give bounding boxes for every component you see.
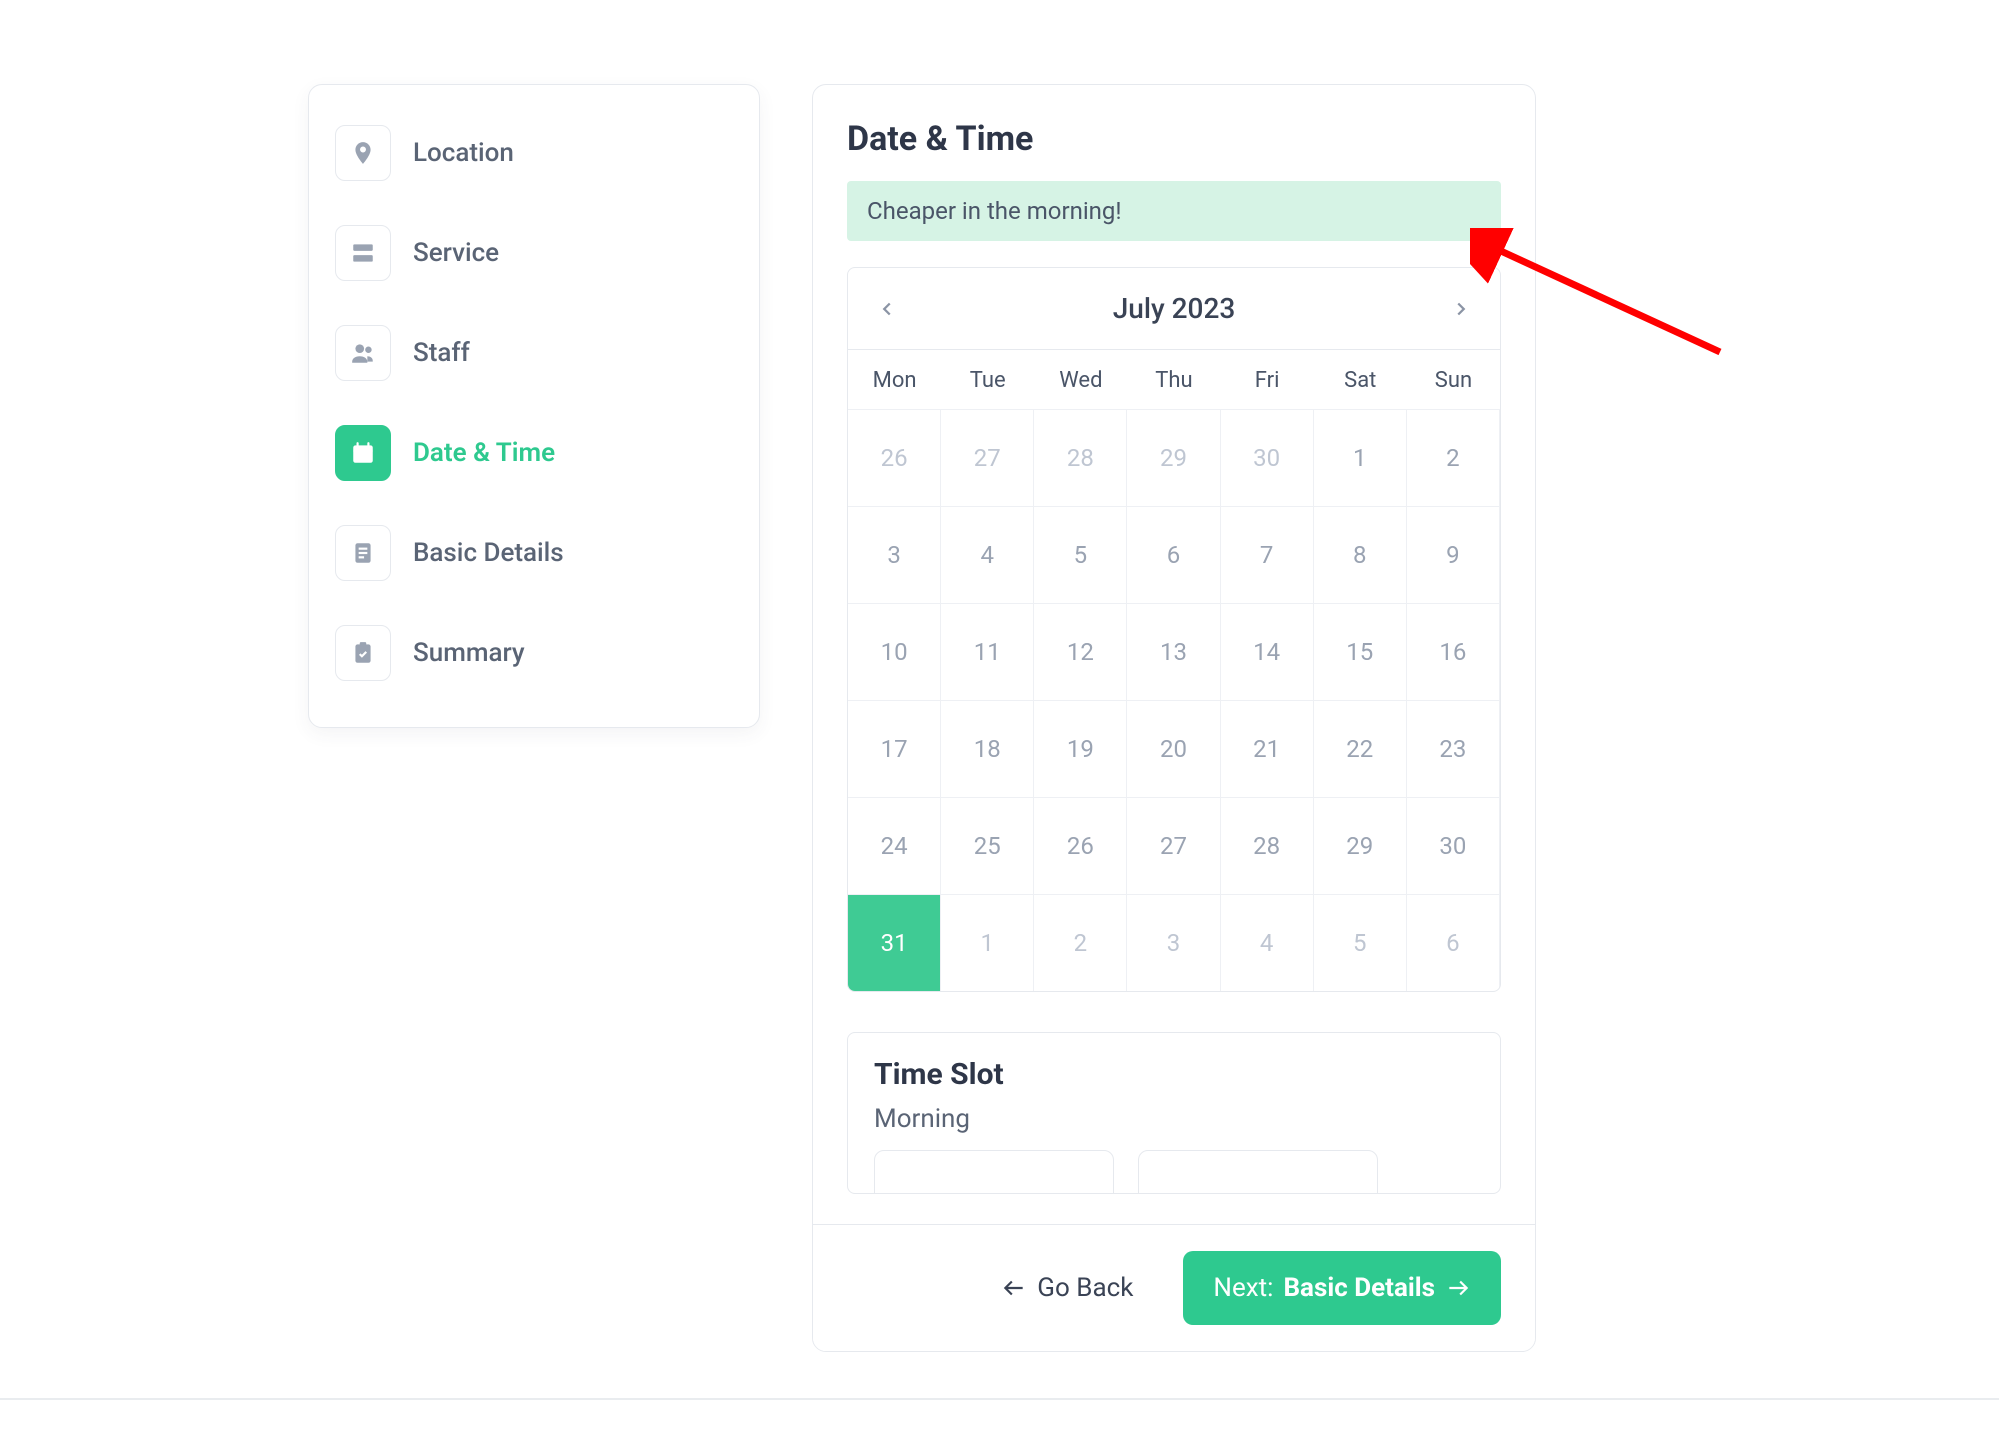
sidebar-item-label: Date & Time xyxy=(413,438,555,468)
service-blocks-icon xyxy=(335,225,391,281)
calendar-day[interactable]: 27 xyxy=(1127,797,1220,894)
calendar-day[interactable]: 3 xyxy=(848,506,941,603)
next-bold: Basic Details xyxy=(1283,1273,1435,1303)
calendar-day[interactable]: 24 xyxy=(848,797,941,894)
page-bottom-divider xyxy=(0,1398,1999,1400)
calendar: July 2023 MonTueWedThuFriSatSun 26272829… xyxy=(847,267,1501,992)
calendar-day[interactable]: 20 xyxy=(1127,700,1220,797)
page-title: Date & Time xyxy=(847,119,1501,159)
calendar-day[interactable]: 3 xyxy=(1127,894,1220,991)
calendar-day[interactable]: 6 xyxy=(1127,506,1220,603)
timeslot-title: Time Slot xyxy=(874,1057,1474,1092)
calendar-day[interactable]: 28 xyxy=(1034,409,1127,506)
sidebar-item-date-time[interactable]: Date & Time xyxy=(335,403,733,503)
sidebar-item-label: Location xyxy=(413,138,514,168)
calendar-weekday: Sat xyxy=(1314,349,1407,409)
calendar-day[interactable]: 2 xyxy=(1034,894,1127,991)
document-icon xyxy=(335,525,391,581)
main-scroll-area[interactable]: Date & Time Cheaper in the morning! July… xyxy=(813,85,1535,1224)
sidebar-item-location[interactable]: Location xyxy=(335,103,733,203)
location-pin-icon xyxy=(335,125,391,181)
calendar-day[interactable]: 15 xyxy=(1314,603,1407,700)
sidebar-item-summary[interactable]: Summary xyxy=(335,603,733,703)
calendar-icon xyxy=(335,425,391,481)
calendar-day[interactable]: 4 xyxy=(1221,894,1314,991)
calendar-day[interactable]: 9 xyxy=(1407,506,1500,603)
calendar-weekday: Thu xyxy=(1127,349,1220,409)
calendar-day[interactable]: 17 xyxy=(848,700,941,797)
arrow-right-icon xyxy=(1445,1275,1471,1301)
sidebar-item-label: Staff xyxy=(413,338,470,368)
timeslot-section-label: Morning xyxy=(874,1104,1474,1134)
calendar-day[interactable]: 8 xyxy=(1314,506,1407,603)
calendar-weekday: Mon xyxy=(848,349,941,409)
calendar-weekday: Fri xyxy=(1221,349,1314,409)
go-back-button[interactable]: Go Back xyxy=(991,1255,1143,1321)
calendar-day[interactable]: 5 xyxy=(1314,894,1407,991)
checklist-icon xyxy=(335,625,391,681)
calendar-weekday: Sun xyxy=(1407,349,1500,409)
calendar-day[interactable]: 30 xyxy=(1221,409,1314,506)
notice-banner: Cheaper in the morning! xyxy=(847,181,1501,241)
calendar-day[interactable]: 2 xyxy=(1407,409,1500,506)
calendar-day[interactable]: 7 xyxy=(1221,506,1314,603)
timeslot-option[interactable] xyxy=(1138,1150,1378,1193)
timeslot-option[interactable] xyxy=(874,1150,1114,1193)
calendar-day[interactable]: 30 xyxy=(1407,797,1500,894)
calendar-day[interactable]: 22 xyxy=(1314,700,1407,797)
next-prefix: Next: xyxy=(1213,1273,1273,1303)
timeslot-scroll[interactable]: Time Slot Morning xyxy=(848,1033,1500,1193)
sidebar-item-service[interactable]: Service xyxy=(335,203,733,303)
arrow-left-icon xyxy=(1001,1275,1027,1301)
calendar-day[interactable]: 27 xyxy=(941,409,1034,506)
wizard-footer: Go Back Next: Basic Details xyxy=(813,1224,1535,1351)
sidebar-item-label: Summary xyxy=(413,638,525,668)
calendar-weekday: Wed xyxy=(1034,349,1127,409)
calendar-day[interactable]: 23 xyxy=(1407,700,1500,797)
calendar-day[interactable]: 25 xyxy=(941,797,1034,894)
calendar-day[interactable]: 16 xyxy=(1407,603,1500,700)
calendar-day[interactable]: 13 xyxy=(1127,603,1220,700)
main-panel: Date & Time Cheaper in the morning! July… xyxy=(812,84,1536,1352)
calendar-day[interactable]: 18 xyxy=(941,700,1034,797)
calendar-day[interactable]: 26 xyxy=(1034,797,1127,894)
calendar-day[interactable]: 1 xyxy=(941,894,1034,991)
people-icon xyxy=(335,325,391,381)
next-button[interactable]: Next: Basic Details xyxy=(1183,1251,1501,1325)
calendar-day[interactable]: 10 xyxy=(848,603,941,700)
calendar-day[interactable]: 4 xyxy=(941,506,1034,603)
calendar-prev-button[interactable] xyxy=(876,298,898,320)
timeslot-panel: Time Slot Morning xyxy=(847,1032,1501,1194)
calendar-next-button[interactable] xyxy=(1450,298,1472,320)
calendar-day[interactable]: 21 xyxy=(1221,700,1314,797)
calendar-day[interactable]: 1 xyxy=(1314,409,1407,506)
calendar-day[interactable]: 28 xyxy=(1221,797,1314,894)
calendar-day[interactable]: 19 xyxy=(1034,700,1127,797)
wizard-sidebar: Location Service Staff Date & Time Basic… xyxy=(308,84,760,728)
sidebar-item-basic-details[interactable]: Basic Details xyxy=(335,503,733,603)
sidebar-item-label: Service xyxy=(413,238,499,268)
calendar-day[interactable]: 6 xyxy=(1407,894,1500,991)
calendar-month-label: July 2023 xyxy=(1113,292,1236,325)
calendar-day[interactable]: 26 xyxy=(848,409,941,506)
calendar-day[interactable]: 11 xyxy=(941,603,1034,700)
sidebar-item-label: Basic Details xyxy=(413,538,564,568)
calendar-day[interactable]: 5 xyxy=(1034,506,1127,603)
calendar-day[interactable]: 31 xyxy=(848,894,941,991)
calendar-day[interactable]: 29 xyxy=(1127,409,1220,506)
sidebar-item-staff[interactable]: Staff xyxy=(335,303,733,403)
calendar-day[interactable]: 14 xyxy=(1221,603,1314,700)
calendar-weekday: Tue xyxy=(941,349,1034,409)
go-back-label: Go Back xyxy=(1037,1273,1133,1303)
calendar-day[interactable]: 12 xyxy=(1034,603,1127,700)
calendar-day[interactable]: 29 xyxy=(1314,797,1407,894)
